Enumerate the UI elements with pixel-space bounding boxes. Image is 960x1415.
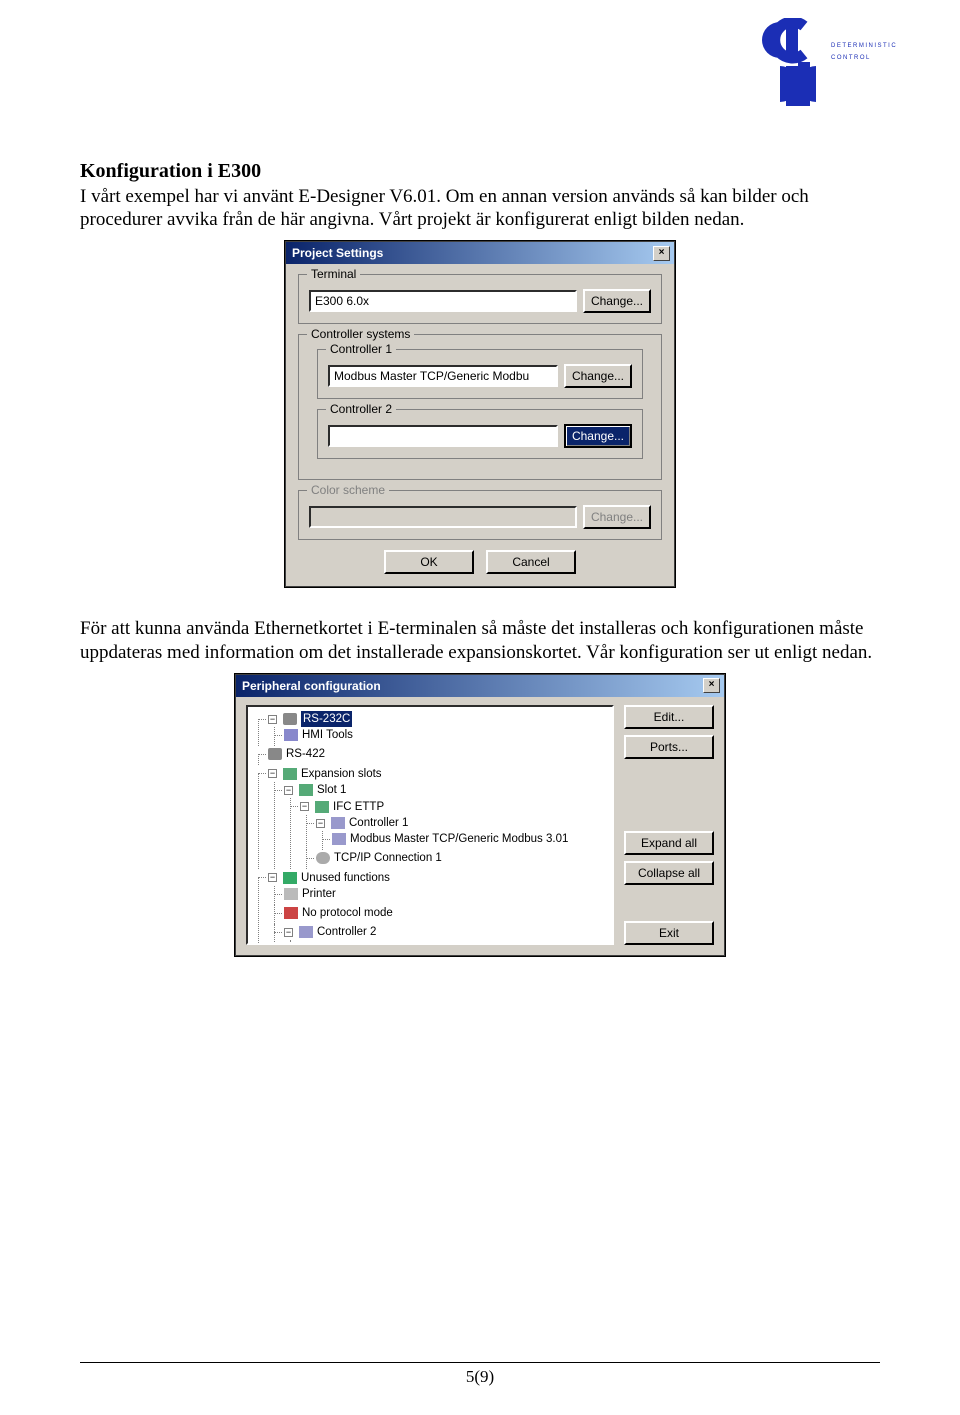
exit-button[interactable]: Exit (624, 921, 714, 945)
controller2-legend: Controller 2 (326, 402, 396, 416)
collapse-icon[interactable]: − (268, 873, 277, 882)
dialog2-titlebar[interactable]: Peripheral configuration × (236, 675, 724, 697)
folder-icon (283, 872, 297, 884)
collapse-icon[interactable]: − (284, 928, 293, 937)
cancel-button[interactable]: Cancel (486, 550, 576, 574)
terminal-group: Terminal E300 6.0x Change... (298, 274, 662, 324)
dialog2-title: Peripheral configuration (242, 679, 381, 693)
color-scheme-group: Color scheme Change... (298, 490, 662, 540)
footer-rule (80, 1362, 880, 1363)
project-settings-dialog: Project Settings × Terminal E300 6.0x Ch… (285, 241, 675, 587)
tree-modbus[interactable]: Modbus Master TCP/Generic Modbus 3.01 (350, 831, 568, 847)
tree-ctrl2[interactable]: Controller 2 (317, 924, 376, 940)
controller-icon (331, 817, 345, 829)
color-scheme-legend: Color scheme (307, 483, 389, 497)
controller1-input[interactable]: Modbus Master TCP/Generic Modbu (328, 365, 558, 387)
dialog-title: Project Settings (292, 246, 383, 260)
tree-expansion-slots[interactable]: Expansion slots (301, 766, 382, 782)
collapse-icon[interactable]: − (300, 802, 309, 811)
close-icon[interactable]: × (653, 246, 670, 261)
tool-icon (284, 729, 298, 741)
tree-tcp1[interactable]: TCP/IP Connection 1 (334, 850, 442, 866)
tree-printer[interactable]: Printer (302, 886, 336, 902)
port-icon (268, 748, 282, 760)
ok-button[interactable]: OK (384, 550, 474, 574)
card-icon (315, 801, 329, 813)
controller1-legend: Controller 1 (326, 342, 396, 356)
terminal-input[interactable]: E300 6.0x (309, 290, 577, 312)
slot-icon (283, 768, 297, 780)
controller2-change-button[interactable]: Change... (564, 424, 632, 448)
controller-systems-legend: Controller systems (307, 327, 414, 341)
peripheral-tree[interactable]: −RS-232C HMI Tools RS-422 −Expansion slo… (246, 705, 614, 945)
collapse-icon[interactable]: − (284, 786, 293, 795)
dialog-titlebar[interactable]: Project Settings × (286, 242, 674, 264)
controller-icon (299, 926, 313, 938)
tree-ctrl1[interactable]: Controller 1 (349, 815, 408, 831)
printer-icon (284, 888, 298, 900)
noprotocol-icon (284, 907, 298, 919)
edit-button[interactable]: Edit... (624, 705, 714, 729)
intro-paragraph: I vårt exempel har vi använt E-Designer … (80, 185, 880, 231)
logo-line2: CONTROL (831, 55, 871, 61)
ports-button[interactable]: Ports... (624, 735, 714, 759)
collapse-icon[interactable]: − (268, 715, 277, 724)
section-heading: Konfiguration i E300 (80, 160, 880, 183)
page-number: 5(9) (0, 1367, 960, 1387)
middle-paragraph: För att kunna använda Ethernetkortet i E… (80, 617, 880, 663)
tree-rs422[interactable]: RS-422 (286, 746, 325, 762)
color-scheme-change-button: Change... (583, 505, 651, 529)
peripheral-config-dialog: Peripheral configuration × − RS-232C HMI … (235, 674, 725, 956)
logo-line1: DETERMINISTIC (831, 43, 897, 49)
collapse-all-button[interactable]: Collapse all (624, 861, 714, 885)
port-icon (283, 713, 297, 725)
tree-ifc[interactable]: IFC ETTP (333, 799, 384, 815)
controller1-group: Controller 1 Modbus Master TCP/Generic M… (317, 349, 643, 399)
collapse-icon[interactable]: − (316, 819, 325, 828)
expand-all-button[interactable]: Expand all (624, 831, 714, 855)
color-scheme-input (309, 506, 577, 528)
close-icon[interactable]: × (703, 678, 720, 693)
controller2-group: Controller 2 Change... (317, 409, 643, 459)
tree-rs232c[interactable]: RS-232C (301, 711, 352, 727)
slot-icon (299, 784, 313, 796)
collapse-icon[interactable]: − (268, 769, 277, 778)
connection-icon (316, 852, 330, 864)
protocol-icon (332, 833, 346, 845)
tree-slot1[interactable]: Slot 1 (317, 782, 346, 798)
tree-noprot[interactable]: No protocol mode (302, 905, 393, 921)
terminal-change-button[interactable]: Change... (583, 289, 651, 313)
logo: DETERMINISTIC CONTROL (746, 18, 886, 113)
terminal-legend: Terminal (307, 267, 360, 281)
controller-systems-group: Controller systems Controller 1 Modbus M… (298, 334, 662, 480)
controller2-input[interactable] (328, 425, 558, 447)
tree-unused[interactable]: Unused functions (301, 870, 390, 886)
tree-hmitools[interactable]: HMI Tools (302, 727, 353, 743)
controller1-change-button[interactable]: Change... (564, 364, 632, 388)
